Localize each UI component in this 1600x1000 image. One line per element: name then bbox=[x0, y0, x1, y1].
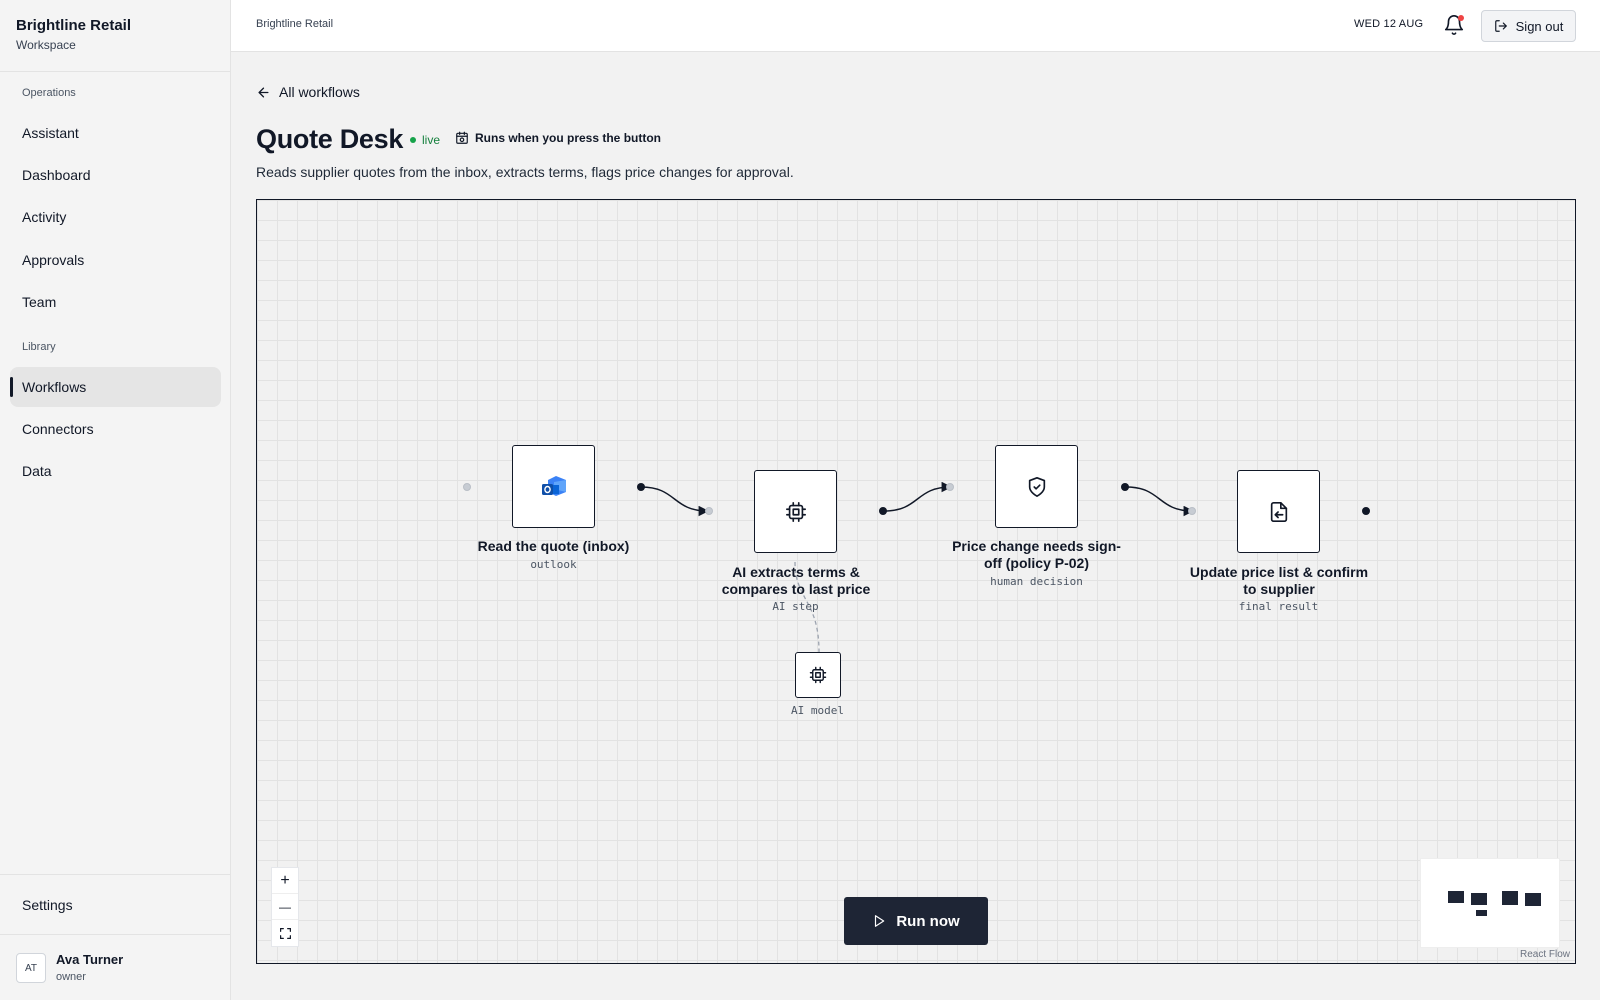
status-dot bbox=[410, 137, 416, 143]
date-display: WED 12 AUG bbox=[1354, 18, 1424, 30]
edges-layer bbox=[640, 481, 1195, 653]
node-4-label: Update price list & confirm to supplier bbox=[1189, 564, 1369, 597]
sidebar: Brightline Retail Workspace Operations A… bbox=[0, 0, 231, 1000]
divider bbox=[0, 934, 231, 935]
notifications-button[interactable] bbox=[1443, 14, 1465, 36]
edge-1-2[interactable] bbox=[640, 486, 710, 517]
node-2-type: AI step bbox=[772, 600, 819, 613]
sidebar-item-data[interactable]: Data bbox=[10, 451, 221, 491]
outlook-icon bbox=[541, 475, 566, 496]
nav-section-library: Library bbox=[22, 341, 56, 353]
node-2-label: AI extracts terms & compares to last pri… bbox=[721, 564, 871, 597]
trigger-info: Runs when you press the button bbox=[455, 131, 661, 145]
calendar-clock-icon bbox=[456, 131, 468, 144]
arrow-left-icon bbox=[258, 87, 269, 97]
workflow-node-4[interactable] bbox=[1237, 470, 1320, 553]
minimap-node-1 bbox=[1448, 891, 1464, 903]
breadcrumb[interactable]: Brightline Retail bbox=[256, 18, 333, 30]
node-3-label: Price change needs sign-off (policy P-02… bbox=[952, 538, 1121, 571]
run-now-label: Run now bbox=[896, 912, 960, 930]
fit-view-icon bbox=[279, 927, 291, 939]
shield-check-icon bbox=[1028, 476, 1045, 497]
back-link[interactable]: All workflows bbox=[256, 84, 360, 100]
notification-dot bbox=[1458, 15, 1464, 21]
status-badge: live bbox=[410, 133, 440, 147]
nav-section-operations: Operations bbox=[22, 87, 76, 99]
edge-3-4[interactable] bbox=[1125, 486, 1195, 517]
user-role: owner bbox=[56, 971, 86, 983]
sidebar-item-workflows[interactable]: Workflows bbox=[10, 367, 221, 407]
minimap-node-2 bbox=[1471, 893, 1487, 905]
page-title: Quote Desk bbox=[256, 124, 404, 154]
workflow-node-3[interactable] bbox=[995, 445, 1078, 528]
workflow-node-2[interactable] bbox=[754, 470, 837, 553]
minimap-node-model bbox=[1476, 910, 1487, 916]
zoom-in-button[interactable]: + bbox=[272, 868, 298, 894]
minimap[interactable] bbox=[1420, 858, 1560, 948]
logout-icon bbox=[1494, 20, 1507, 32]
sign-out-label: Sign out bbox=[1515, 18, 1564, 34]
status-label: live bbox=[422, 133, 441, 147]
node-1-type: outlook bbox=[530, 558, 577, 571]
node-3-output-handle[interactable] bbox=[1121, 483, 1129, 491]
node-4-type: final result bbox=[1238, 600, 1319, 613]
cpu-chip-icon bbox=[785, 501, 806, 522]
minimap-node-3 bbox=[1502, 891, 1518, 905]
minimap-node-4 bbox=[1525, 893, 1541, 906]
brand: Brightline Retail Workspace bbox=[0, 0, 230, 72]
file-export-icon bbox=[1270, 501, 1287, 522]
minimap-nodes bbox=[1448, 891, 1541, 916]
edge-2-3[interactable] bbox=[883, 481, 953, 512]
sidebar-item-dashboard[interactable]: Dashboard bbox=[10, 155, 221, 195]
brand-name: Brightline Retail bbox=[16, 17, 132, 34]
sidebar-item-connectors[interactable]: Connectors bbox=[10, 409, 221, 449]
play-icon bbox=[875, 915, 885, 927]
node-4-input-handle[interactable] bbox=[1188, 507, 1196, 515]
divider bbox=[0, 874, 231, 875]
avatar[interactable]: AT bbox=[16, 953, 46, 983]
ai-model-node[interactable] bbox=[795, 652, 841, 698]
fit-view-button[interactable] bbox=[272, 920, 298, 946]
top-bar: Brightline Retail WED 12 AUG Sign out bbox=[231, 0, 1600, 52]
trigger-label: Runs when you press the button bbox=[475, 131, 662, 145]
sidebar-item-team[interactable]: Team bbox=[10, 282, 221, 322]
react-flow-attribution[interactable]: React Flow bbox=[1520, 949, 1570, 960]
workflow-description: Reads supplier quotes from the inbox, ex… bbox=[256, 164, 794, 180]
back-link-label: All workflows bbox=[279, 84, 360, 100]
node-2-input-handle[interactable] bbox=[705, 507, 713, 515]
node-1-label: Read the quote (inbox) bbox=[477, 538, 630, 554]
user-name: Ava Turner bbox=[56, 952, 124, 967]
node-3-input-handle[interactable] bbox=[946, 483, 954, 491]
workflow-node-1[interactable] bbox=[512, 445, 595, 528]
zoom-controls: + — bbox=[271, 867, 299, 947]
node-3-type: human decision bbox=[990, 575, 1083, 588]
ai-model-node-type: AI model bbox=[791, 704, 844, 717]
node-1-output-handle[interactable] bbox=[637, 483, 645, 491]
sidebar-item-assistant[interactable]: Assistant bbox=[10, 113, 221, 153]
sidebar-item-settings[interactable]: Settings bbox=[10, 885, 221, 925]
brand-subtitle: Workspace bbox=[16, 38, 76, 52]
sign-out-button[interactable]: Sign out bbox=[1481, 10, 1576, 42]
node-4-output-handle[interactable] bbox=[1362, 507, 1370, 515]
sidebar-item-approvals[interactable]: Approvals bbox=[10, 240, 221, 280]
sidebar-item-activity[interactable]: Activity bbox=[10, 197, 221, 237]
node-2-output-handle[interactable] bbox=[879, 507, 887, 515]
run-now-button[interactable]: Run now bbox=[844, 897, 988, 945]
node-1-input-handle[interactable] bbox=[463, 483, 471, 491]
workflow-canvas[interactable]: Read the quote (inbox) outlook AI extrac… bbox=[256, 199, 1576, 964]
zoom-out-button[interactable]: — bbox=[272, 894, 298, 920]
cpu-chip-icon bbox=[809, 666, 827, 684]
